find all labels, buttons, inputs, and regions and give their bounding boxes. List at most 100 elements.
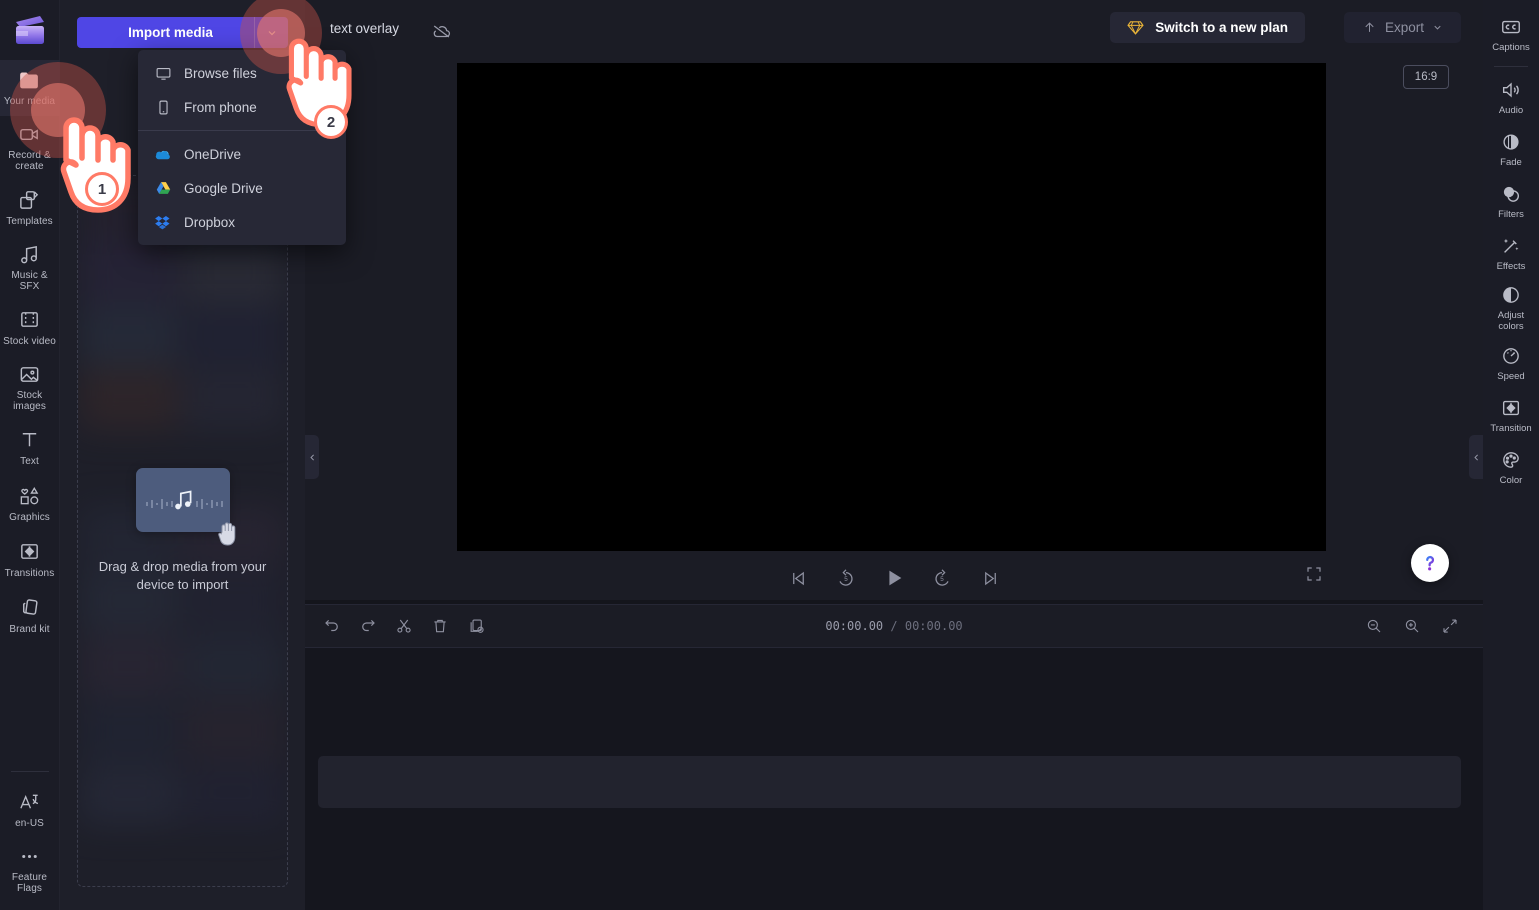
forward-5-icon: 5: [935, 569, 949, 586]
timeline-track[interactable]: [318, 756, 1461, 808]
menu-item-onedrive[interactable]: OneDrive: [138, 137, 346, 171]
sidebar-item-text[interactable]: Text: [0, 420, 60, 476]
cloud-offline-icon[interactable]: [431, 20, 453, 47]
current-time: 00:00.00: [825, 619, 884, 633]
project-title[interactable]: text overlay: [330, 21, 399, 36]
panel-item-filters[interactable]: Filters: [1483, 175, 1539, 227]
sidebar-item-templates[interactable]: Templates: [0, 180, 60, 236]
help-button[interactable]: [1411, 544, 1449, 582]
aspect-ratio-badge[interactable]: 16:9: [1403, 65, 1449, 89]
menu-item-from-phone[interactable]: From phone: [138, 90, 346, 124]
sidebar-item-stock-video[interactable]: Stock video: [0, 300, 60, 356]
play-button[interactable]: [881, 565, 907, 591]
split-button[interactable]: [391, 613, 417, 639]
properties-sidebar: Captions Audio Fade Filters Effects Adju…: [1483, 0, 1539, 910]
switch-plan-button[interactable]: Switch to a new plan: [1110, 12, 1305, 43]
film-strip-icon: [18, 308, 42, 332]
panel-item-color[interactable]: Color: [1483, 441, 1539, 493]
duplicate-icon: [470, 619, 484, 633]
menu-item-browse-files[interactable]: Browse files: [138, 56, 346, 90]
sidebar-item-feature-flags[interactable]: Feature Flags: [0, 838, 60, 902]
timeline-toolbar: 00:00.00 / 00:00.00: [305, 604, 1483, 648]
sidebar-item-label: en-US: [15, 817, 44, 829]
speaker-icon: [1502, 82, 1519, 97]
sidebar-item-label: Transitions: [4, 567, 55, 579]
sidebar-item-stock-images[interactable]: Stock images: [0, 356, 60, 420]
import-media-dropdown-caret[interactable]: [254, 17, 288, 48]
play-icon: [889, 570, 902, 586]
panel-item-transition[interactable]: Transition: [1483, 389, 1539, 441]
rewind-5-button[interactable]: 5: [833, 565, 859, 591]
sidebar-item-label: Music & SFX: [11, 270, 48, 292]
sidebar-item-brand-kit[interactable]: Brand kit: [0, 588, 60, 644]
sidebar-item-label: Brand kit: [9, 623, 50, 635]
timeline-tools: [305, 613, 489, 639]
music-note-icon: [174, 490, 191, 510]
svg-text:5: 5: [940, 576, 944, 583]
undo-icon: [325, 619, 338, 632]
sidebar-item-transitions[interactable]: Transitions: [0, 532, 60, 588]
panel-item-adjust-colors[interactable]: Adjust colors: [1483, 279, 1539, 337]
panel-item-fade[interactable]: Fade: [1483, 123, 1539, 175]
fullscreen-button[interactable]: [1305, 565, 1323, 588]
import-media-label: Import media: [128, 25, 213, 40]
export-label: Export: [1384, 20, 1425, 35]
brand-kit-cards-icon: [18, 596, 42, 620]
svg-text:5: 5: [844, 576, 848, 583]
zoom-out-button[interactable]: [1361, 613, 1387, 639]
sidebar-item-music-sfx[interactable]: Music & SFX: [0, 236, 60, 300]
media-panel: Import media Drag & drop media from your…: [60, 0, 346, 910]
panel-item-label: Audio: [1498, 104, 1524, 116]
skip-forward-icon: [984, 571, 996, 585]
sidebar-item-label: Your media: [3, 95, 56, 107]
closed-captions-icon: [1502, 20, 1520, 33]
media-dropzone[interactable]: Drag & drop media from your device to im…: [77, 175, 288, 887]
sidebar-item-record-create[interactable]: Record & create: [0, 116, 60, 180]
skip-to-end-button[interactable]: [977, 565, 1003, 591]
diamond-icon: [1127, 21, 1144, 35]
ellipsis-icon: [18, 844, 42, 868]
image-photo-icon: [18, 362, 42, 386]
timeline-zoom-tools: [1361, 613, 1483, 639]
skip-back-icon: [792, 571, 804, 585]
skip-to-start-button[interactable]: [785, 565, 811, 591]
language-icon: [18, 790, 42, 814]
timeline-body[interactable]: [305, 648, 1483, 910]
panel-item-speed[interactable]: Speed: [1483, 337, 1539, 389]
panel-item-captions[interactable]: Captions: [1483, 8, 1539, 60]
menu-item-google-drive[interactable]: Google Drive: [138, 171, 346, 205]
delete-button[interactable]: [427, 613, 453, 639]
panel-item-label: Captions: [1492, 41, 1530, 53]
menu-item-dropbox[interactable]: Dropbox: [138, 205, 346, 239]
upload-arrow-icon: [1365, 22, 1374, 32]
clipchamp-logo[interactable]: [0, 0, 60, 60]
undo-button[interactable]: [319, 613, 345, 639]
import-media-button[interactable]: Import media: [77, 17, 288, 48]
duplicate-button[interactable]: [463, 613, 489, 639]
panel-item-label: Color: [1499, 474, 1523, 486]
sidebar-item-graphics[interactable]: Graphics: [0, 476, 60, 532]
sidebar-item-label: Record & create: [8, 150, 51, 172]
sidebar-item-your-media[interactable]: Your media: [0, 60, 60, 116]
zoom-in-button[interactable]: [1399, 613, 1425, 639]
redo-button[interactable]: [355, 613, 381, 639]
sidebar-item-language[interactable]: en-US: [0, 782, 60, 838]
collapse-properties-panel-button[interactable]: [1469, 435, 1483, 479]
panel-item-label: Transition: [1490, 422, 1532, 434]
shapes-graphics-icon: [18, 484, 42, 508]
panel-item-effects[interactable]: Effects: [1483, 227, 1539, 279]
media-placeholder-card: [135, 468, 235, 546]
video-preview-canvas[interactable]: [457, 63, 1326, 551]
speedometer-icon: [1503, 347, 1519, 364]
redo-icon: [362, 619, 375, 632]
panel-item-audio[interactable]: Audio: [1483, 71, 1539, 123]
folder-media-icon: [18, 68, 42, 92]
fit-timeline-button[interactable]: [1437, 613, 1463, 639]
forward-5-button[interactable]: 5: [929, 565, 955, 591]
menu-divider: [138, 130, 346, 131]
clipchamp-editor-window: Your media Record & create Templates Mus…: [0, 0, 1539, 910]
collapse-media-panel-button[interactable]: [305, 435, 319, 479]
export-button[interactable]: Export: [1344, 12, 1461, 43]
switch-plan-label: Switch to a new plan: [1155, 20, 1288, 35]
menu-item-label: Dropbox: [184, 214, 236, 230]
